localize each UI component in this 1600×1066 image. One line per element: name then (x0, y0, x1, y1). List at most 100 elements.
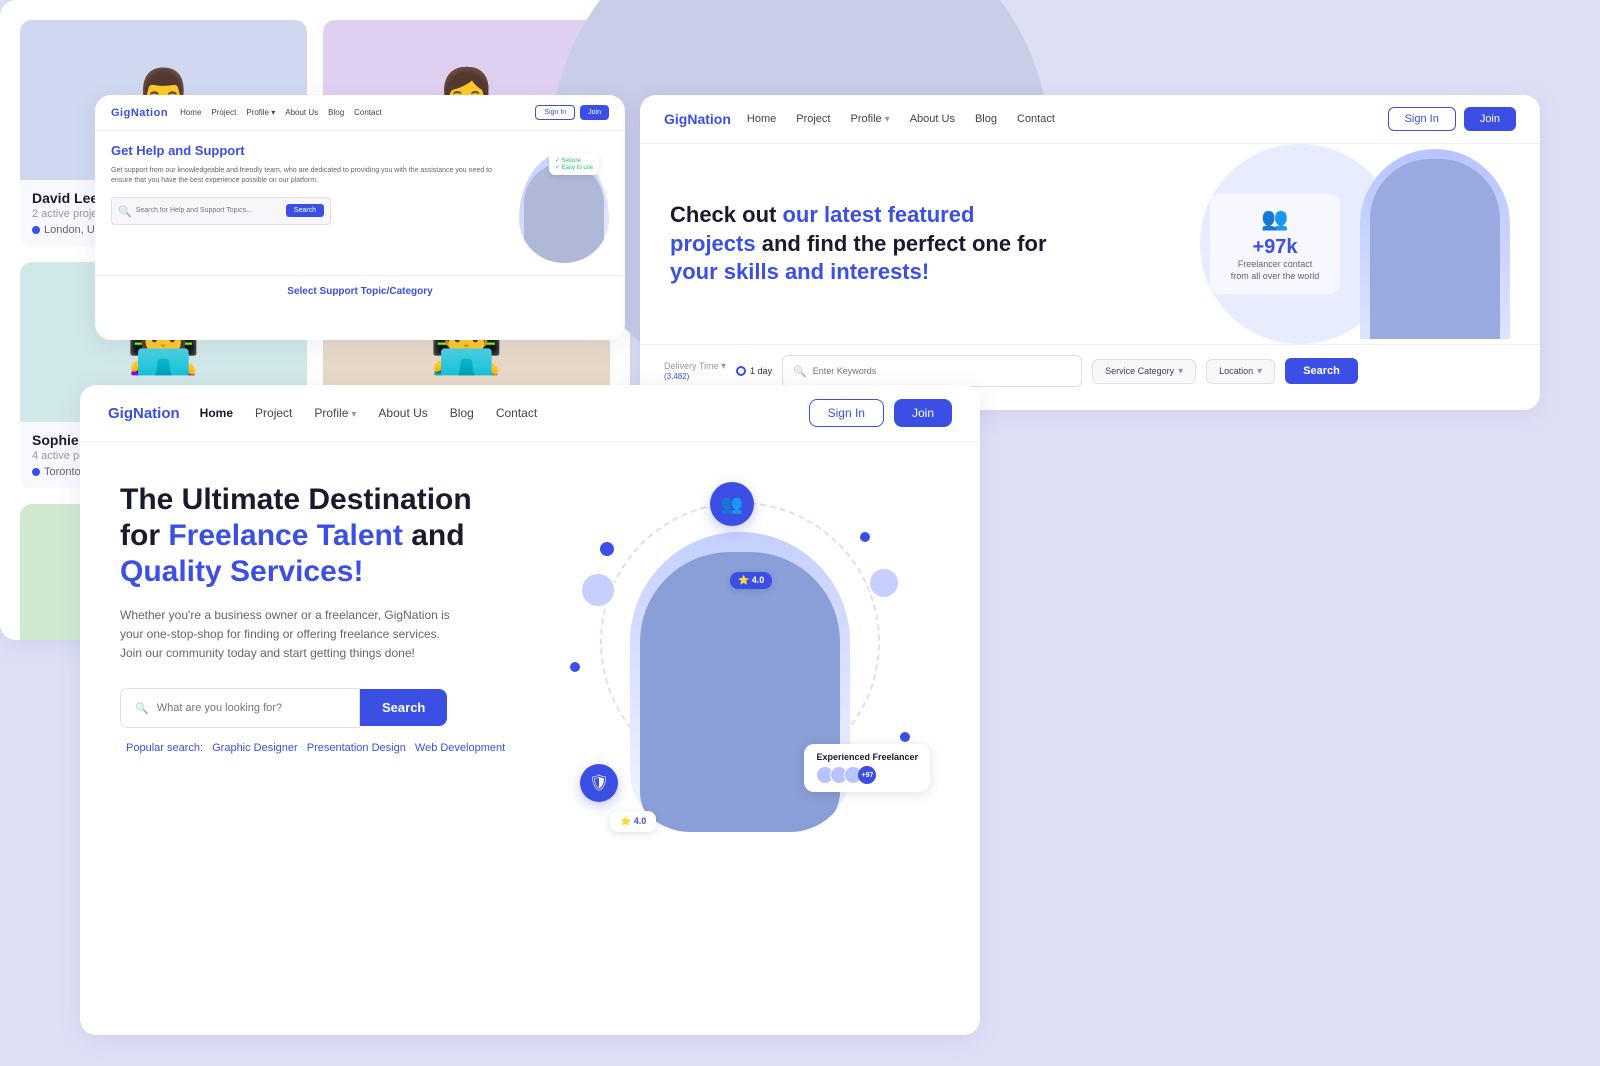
panel1-nav-project[interactable]: Project (211, 108, 236, 117)
panel3-search-icon (135, 699, 149, 717)
panel3-popular-searches: Popular search: Graphic Designer Present… (120, 742, 540, 754)
panel1-nav-profile[interactable]: Profile ▾ (246, 108, 275, 117)
panel2-heading: Check out our latest featured projects a… (670, 201, 1050, 287)
panel3-hero-text: The Ultimate Destination for Freelance T… (120, 482, 540, 754)
panel2-service-category-button[interactable]: Service Category (1092, 359, 1196, 384)
panel3-search-button[interactable]: Search (360, 689, 447, 726)
panel3-heading-freelance-talent: Freelance Talent (168, 519, 403, 552)
panel2-hero-person (1360, 149, 1510, 339)
panel2-keyword-input[interactable] (813, 366, 1071, 376)
panel3-nav-home[interactable]: Home (200, 406, 233, 420)
panel2-delivery-time: Delivery Time (3,482) (664, 361, 726, 381)
panel2-search-button[interactable]: Search (1285, 358, 1358, 384)
panel1-search-input[interactable] (136, 207, 282, 214)
panel2-person-silhouette (1370, 159, 1500, 339)
panel3-signin-button[interactable]: Sign In (809, 399, 884, 427)
panel2-nav-profile[interactable]: Profile (850, 113, 889, 125)
panel2-nav-contact[interactable]: Contact (1017, 113, 1055, 125)
location-dot-0 (32, 226, 40, 234)
panel2-heading-normal1: Check out (670, 202, 782, 227)
panel2-location-button[interactable]: Location (1206, 359, 1275, 384)
panel2-delivery-count: (3,482) (664, 372, 726, 381)
panel1-footer-normal: Select Support (287, 286, 360, 297)
panel3-heading-line2-normal: for (120, 519, 168, 552)
panel3-heading-and: and (411, 519, 464, 552)
panel2-nav-blog[interactable]: Blog (975, 113, 997, 125)
panel2-search-icon (793, 362, 807, 380)
panel3-search-box (120, 688, 360, 728)
panel2-join-button[interactable]: Join (1464, 107, 1516, 131)
panel3-join-button[interactable]: Join (894, 399, 952, 427)
panel2-service-chevron (1178, 366, 1183, 377)
panel1-heading-normal: Get Help (111, 143, 168, 158)
panel1-search-button[interactable]: Search (286, 204, 324, 217)
panel3-popular-graphic[interactable]: Graphic Designer (212, 742, 298, 754)
panel3-popular-presentation[interactable]: Presentation Design (307, 742, 406, 754)
panel3-nav-blog[interactable]: Blog (450, 406, 474, 420)
panel2-location-chevron (1257, 366, 1262, 377)
panel2-signin-button[interactable]: Sign In (1388, 107, 1456, 131)
panel3-nav-project[interactable]: Project (255, 406, 292, 420)
panel1-badge-secure: ✓ Secure (555, 157, 593, 164)
panel-featured-projects: GigNation Home Project Profile About Us … (640, 95, 1540, 410)
panel1-text: Get Help and Support Get support from ou… (111, 143, 499, 263)
panel3-nav-aboutus[interactable]: About Us (378, 406, 427, 420)
panel3-float-icon-top: 👥 (710, 482, 754, 526)
panel2-nav-aboutus[interactable]: About Us (910, 113, 955, 125)
panel1-nav-contact[interactable]: Contact (354, 108, 382, 117)
panel3-dot-2 (570, 662, 580, 672)
panel2-nav-buttons: Sign In Join (1388, 107, 1516, 131)
panel3-heading: The Ultimate Destination for Freelance T… (120, 482, 540, 590)
panel1-nav-links: Home Project Profile ▾ About Us Blog Con… (180, 108, 523, 117)
panel3-illustration: 👥 🛡 ⭐ 4.0 ⭐ 4.0 Experienced Freelancer +… (570, 482, 920, 842)
panel3-experienced-badge: Experienced Freelancer +97 (804, 744, 930, 792)
panel1-nav-aboutus[interactable]: About Us (285, 108, 318, 117)
panel3-hero: The Ultimate Destination for Freelance T… (80, 442, 980, 862)
panel3-nav-profile[interactable]: Profile (314, 406, 356, 420)
panel3-search-input[interactable] (157, 702, 345, 714)
panel1-join-button[interactable]: Join (580, 105, 609, 120)
panel2-delivery-label: Delivery Time (664, 361, 726, 372)
panel2-nav-project[interactable]: Project (796, 113, 830, 125)
panel3-popular-label: Popular search: (126, 742, 203, 754)
panel2-day-label: 1 day (750, 366, 772, 376)
panel1-nav: GigNation Home Project Profile ▾ About U… (95, 95, 625, 131)
panel3-description: Whether you're a business owner or a fre… (120, 606, 460, 664)
panel3-nav-contact[interactable]: Contact (496, 406, 537, 420)
panel2-heading-colored2: your skills and interests! (670, 259, 929, 284)
panel1-description: Get support from our knowledgeable and f… (111, 166, 499, 187)
panel3-small-avatar-2 (868, 567, 900, 599)
panel3-popular-web[interactable]: Web Development (415, 742, 505, 754)
panel3-dot-3 (860, 532, 870, 542)
panel3-search-row: Search (120, 688, 540, 728)
panel2-nav: GigNation Home Project Profile About Us … (640, 95, 1540, 144)
panel1-nav-blog[interactable]: Blog (328, 108, 344, 117)
panel3-exp-count: +97 (858, 766, 876, 784)
location-dot-2 (32, 468, 40, 476)
panel3-nav-buttons: Sign In Join (809, 399, 952, 427)
panel2-keyword-input-box (782, 355, 1082, 387)
panel3-nav-links: Home Project Profile About Us Blog Conta… (200, 406, 789, 420)
panel2-stats-label: Freelancer contact from all over the wor… (1228, 259, 1322, 282)
panel1-search-box: Search (111, 197, 331, 225)
panel3-rating-badge-2: ⭐ 4.0 (730, 572, 772, 589)
panel2-hero: Check out our latest featured projects a… (640, 144, 1540, 344)
panel1-heading: Get Help and Support (111, 143, 499, 160)
panel1-person-silhouette (524, 163, 604, 263)
panel3-exp-avatars: +97 (816, 766, 918, 784)
panel3-heading-quality-services: Quality Services! (120, 555, 363, 588)
panel1-badge: ✓ Secure ✓ Easy to use (549, 153, 599, 175)
panel1-search-icon (118, 202, 132, 220)
panel1-nav-buttons: Sign In Join (535, 105, 609, 120)
panel3-dot-4 (900, 732, 910, 742)
panel2-radio[interactable] (736, 366, 746, 376)
panel1-signin-button[interactable]: Sign In (535, 105, 575, 120)
panel3-experienced-label: Experienced Freelancer (816, 752, 918, 762)
panel1-heading-colored: and Support (168, 143, 245, 158)
panel3-shield-icon: 🛡 (580, 764, 618, 802)
panel2-stats-icon: 👥 (1228, 206, 1322, 232)
panel2-nav-home[interactable]: Home (747, 113, 776, 125)
panel2-nav-links: Home Project Profile About Us Blog Conta… (747, 113, 1372, 125)
panel1-nav-home[interactable]: Home (180, 108, 201, 117)
panel2-day-option[interactable]: 1 day (736, 366, 772, 376)
